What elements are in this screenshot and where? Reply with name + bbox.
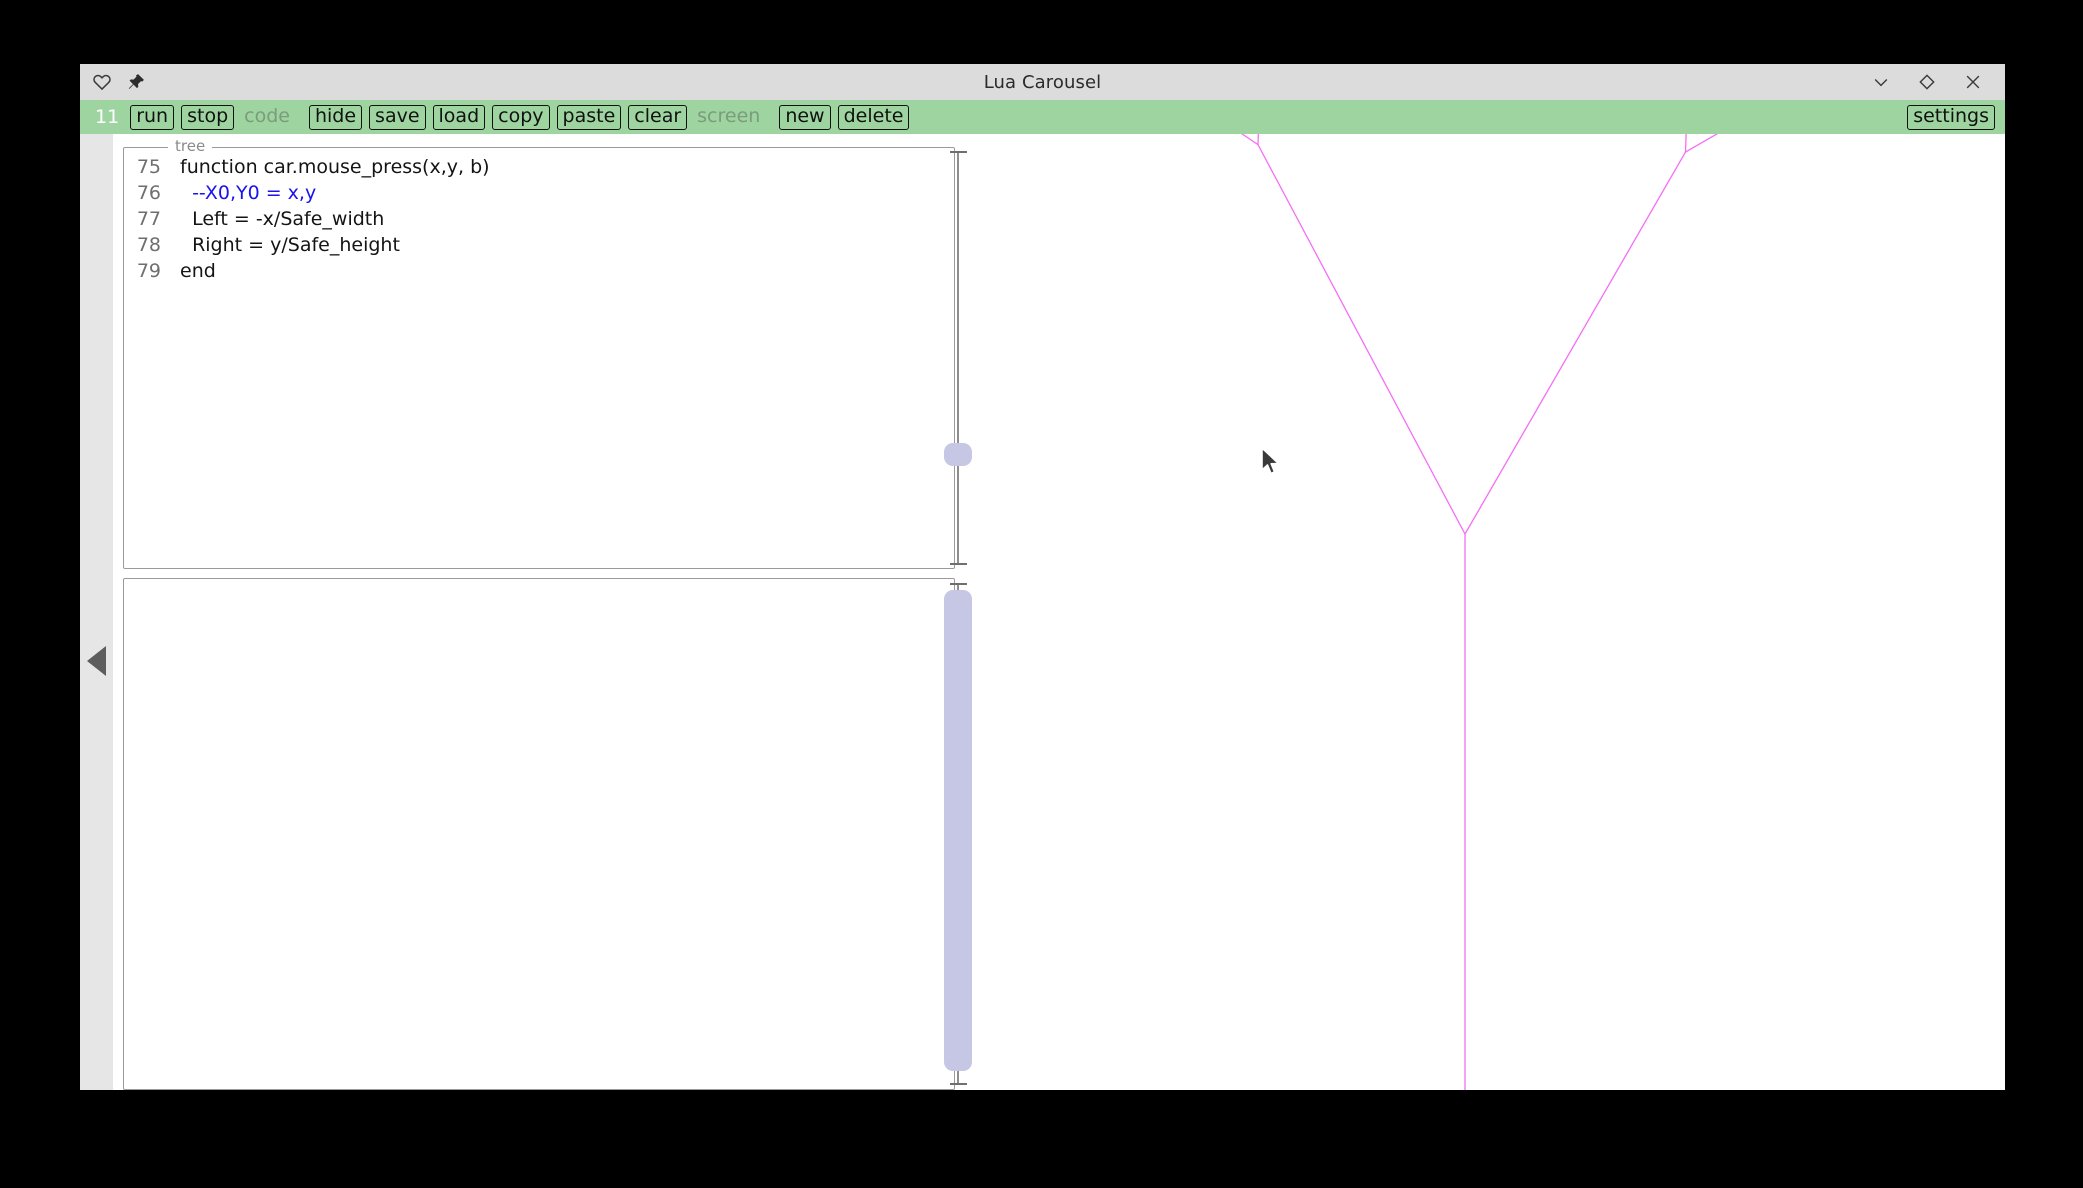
clear-button[interactable]: clear [628, 104, 688, 130]
output-scroll-thumb[interactable] [944, 590, 972, 1071]
editor-column: tree 75 function car.mouse_press(x,y, b)… [113, 134, 979, 1090]
code-label: code [244, 105, 290, 127]
toolbar: 11 run stop code hide save load copy pas… [80, 100, 2005, 134]
title-bar: Lua Carousel [80, 64, 2005, 100]
left-gutter [80, 134, 113, 1090]
scrollbar-bottom-cap [950, 563, 967, 565]
editor-scroll-thumb[interactable] [944, 443, 972, 466]
code-pane-tree[interactable]: tree 75 function car.mouse_press(x,y, b)… [123, 137, 955, 569]
code-line-row: 79 end [124, 258, 954, 284]
line-number: 79 [136, 260, 161, 282]
code-line-row: 77 Left = -x/Safe_width [124, 206, 954, 232]
scrollbar-track[interactable] [957, 152, 959, 564]
line-number: 78 [136, 234, 161, 256]
hide-button[interactable]: hide [308, 104, 363, 130]
title-bar-left-icons [80, 72, 146, 92]
line-text: function car.mouse_press(x,y, b) [180, 156, 490, 178]
code-line-row: 78 Right = y/Safe_height [124, 232, 954, 258]
line-text: Right = y/Safe_height [180, 234, 400, 256]
run-button[interactable]: run [130, 104, 175, 130]
output-scrollbar[interactable] [943, 578, 973, 1090]
line-text: --X0,Y0 = x,y [180, 182, 317, 204]
code-line-row: 76 --X0,Y0 = x,y [124, 180, 954, 206]
session-number: 11 [95, 105, 120, 128]
settings-button[interactable]: settings [1907, 104, 1995, 130]
drawing-canvas[interactable] [979, 134, 2005, 1090]
scrollbar-bottom-cap [950, 1083, 967, 1085]
copy-button[interactable]: copy [492, 104, 550, 130]
code-lines: 75 function car.mouse_press(x,y, b) 76 -… [124, 148, 954, 284]
load-button[interactable]: load [432, 104, 486, 130]
stop-button[interactable]: stop [181, 104, 235, 130]
code-pane-title: tree [168, 137, 213, 155]
app-window: Lua Carousel 11 run stop code hide save … [80, 64, 2005, 1090]
line-number: 75 [136, 156, 161, 178]
fractal-tree-branches [1241, 134, 1719, 1090]
code-line-row: 75 function car.mouse_press(x,y, b) [124, 154, 954, 180]
close-button[interactable] [1963, 72, 1983, 92]
minimize-button[interactable] [1871, 72, 1891, 92]
line-number: 76 [136, 182, 161, 204]
work-area: tree 75 function car.mouse_press(x,y, b)… [80, 134, 2005, 1090]
mouse-cursor-icon [1259, 447, 1283, 477]
window-controls [1871, 72, 2005, 92]
save-button[interactable]: save [369, 104, 426, 130]
editor-scrollbar[interactable] [943, 146, 973, 570]
heart-icon[interactable] [92, 72, 112, 92]
code-pane-output[interactable] [123, 578, 955, 1090]
line-text: Left = -x/Safe_width [180, 208, 385, 230]
collapse-left-arrow-icon[interactable] [87, 646, 106, 676]
screen-label: screen [697, 105, 761, 127]
delete-button[interactable]: delete [837, 104, 910, 130]
line-number: 77 [136, 208, 161, 230]
maximize-button[interactable] [1917, 72, 1937, 92]
scrollbar-top-cap [950, 151, 967, 153]
fractal-tree-drawing [1241, 134, 1719, 1090]
pin-icon[interactable] [126, 72, 146, 92]
new-button[interactable]: new [779, 104, 831, 130]
window-title: Lua Carousel [983, 71, 1102, 93]
paste-button[interactable]: paste [556, 104, 622, 130]
scrollbar-top-cap [950, 583, 967, 585]
line-text: end [180, 260, 216, 282]
